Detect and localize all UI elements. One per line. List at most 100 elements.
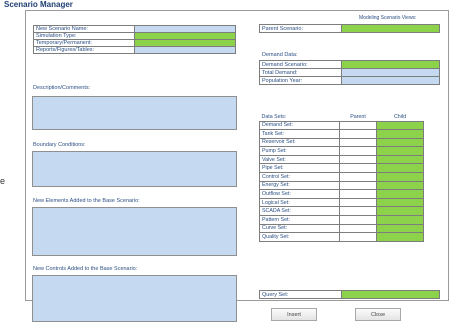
- data-set-row: Reservoir Set:: [259, 137, 424, 148]
- data-set-label: Logical Set:: [259, 197, 340, 208]
- data-set-child-select[interactable]: [376, 146, 424, 156]
- data-set-child-select[interactable]: [376, 206, 424, 217]
- data-set-parent-cell: [339, 215, 377, 225]
- data-set-parent-cell: [339, 172, 377, 182]
- demand-table: Demand Scenario: Total Demand: Population …: [259, 60, 440, 85]
- parent-scenario-row: Parent Scenario:: [259, 24, 440, 33]
- data-set-child-select[interactable]: [376, 223, 424, 234]
- data-set-label: Demand Set:: [259, 120, 340, 131]
- demand-row: Demand Scenario:: [259, 60, 440, 69]
- info-row: Reports/Figures/Tables:: [33, 46, 236, 54]
- data-set-parent-cell: [339, 189, 377, 199]
- data-set-row: Pattern Set:: [259, 215, 424, 225]
- data-set-child-select[interactable]: [376, 120, 424, 131]
- data-set-row: Curve Set:: [259, 223, 424, 234]
- info-row-input[interactable]: [134, 39, 236, 47]
- data-set-row: Tank Set:: [259, 129, 424, 139]
- demand-row: Total Demand:: [259, 68, 440, 77]
- data-set-label: Tank Set:: [259, 129, 340, 139]
- demand-heading: Demand Data:: [262, 52, 298, 58]
- data-sets-table: Data Sets: Parent Child Demand Set: Tank Set…: [259, 113, 424, 242]
- data-set-label: Outflow Set:: [259, 189, 340, 199]
- parent-column-header: Parent: [350, 113, 366, 120]
- data-set-label: Energy Set:: [259, 180, 340, 191]
- data-set-label: Control Set:: [259, 172, 340, 182]
- data-set-parent-cell: [339, 120, 377, 131]
- demand-row-input[interactable]: [341, 68, 440, 77]
- demand-row: Population Year:: [259, 76, 440, 85]
- info-row-label: Reports/Figures/Tables:: [33, 46, 135, 54]
- close-button[interactable]: Close: [355, 308, 401, 321]
- child-column-header: Child: [393, 113, 407, 120]
- query-set-label: Query Set:: [259, 290, 342, 299]
- data-set-parent-cell: [339, 154, 377, 165]
- boundary-input[interactable]: [32, 151, 237, 187]
- data-set-label: Reservoir Set:: [259, 137, 340, 148]
- scenario-info-table: New Scenario Name: Simulation Type: Tempor…: [33, 25, 236, 54]
- parent-scenario-label: Parent Scenario:: [259, 24, 342, 33]
- data-set-child-select[interactable]: [376, 215, 424, 225]
- info-row-input[interactable]: [134, 46, 236, 54]
- data-set-child-select[interactable]: [376, 197, 424, 208]
- data-set-row: Quality Set:: [259, 232, 424, 242]
- data-set-parent-cell: [339, 180, 377, 191]
- data-set-child-select[interactable]: [376, 163, 424, 174]
- data-set-label: Pipe Set:: [259, 163, 340, 174]
- data-set-label: Pattern Set:: [259, 215, 340, 225]
- new-controls-label: New Controls Added to the Base Scenario:: [33, 266, 138, 272]
- data-set-child-select[interactable]: [376, 232, 424, 242]
- info-row: Simulation Type:: [33, 32, 236, 40]
- description-label: Description/Comments:: [33, 85, 91, 91]
- data-set-parent-cell: [339, 163, 377, 174]
- data-set-parent-cell: [339, 197, 377, 208]
- data-set-label: Curve Set:: [259, 223, 340, 234]
- new-elements-input[interactable]: [32, 207, 237, 256]
- data-set-label: Quality Set:: [259, 232, 340, 242]
- data-set-label: Pump Set:: [259, 146, 340, 156]
- data-set-parent-cell: [339, 232, 377, 242]
- data-set-child-select[interactable]: [376, 137, 424, 148]
- data-set-row: Valve Set:: [259, 154, 424, 165]
- data-set-row: Outflow Set:: [259, 189, 424, 199]
- info-row-input[interactable]: [134, 32, 236, 40]
- data-set-parent-cell: [339, 137, 377, 148]
- data-set-label: SCADA Set:: [259, 206, 340, 217]
- new-elements-label: New Elements Added to the Base Scenario:: [33, 198, 140, 204]
- data-set-row: Demand Set:: [259, 120, 424, 131]
- info-row-label: New Scenario Name:: [33, 25, 135, 33]
- info-row-label: Temporary/Permanent:: [33, 39, 135, 47]
- data-set-parent-cell: [339, 206, 377, 217]
- modeling-caption: Modeling Scenario Views:: [359, 15, 417, 21]
- data-set-row: SCADA Set:: [259, 206, 424, 217]
- data-sets-heading: Data Sets:: [261, 113, 287, 120]
- demand-row-input[interactable]: [341, 60, 440, 69]
- data-set-child-select[interactable]: [376, 154, 424, 165]
- data-set-parent-cell: [339, 223, 377, 234]
- demand-row-label: Population Year:: [259, 76, 342, 85]
- data-set-parent-cell: [339, 146, 377, 156]
- data-set-label: Valve Set:: [259, 154, 340, 165]
- info-row-label: Simulation Type:: [33, 32, 135, 40]
- window-title: Scenario Manager: [4, 0, 73, 9]
- data-sets-header: Data Sets: Parent Child: [260, 113, 424, 121]
- data-set-child-select[interactable]: [376, 129, 424, 139]
- description-input[interactable]: [32, 96, 237, 130]
- data-set-row: Energy Set:: [259, 180, 424, 191]
- data-set-child-select[interactable]: [376, 180, 424, 191]
- parent-scenario-select[interactable]: [341, 24, 440, 33]
- boundary-label: Boundary Conditions:: [33, 142, 86, 148]
- new-controls-input[interactable]: [32, 275, 237, 322]
- data-set-parent-cell: [339, 129, 377, 139]
- demand-row-label: Demand Scenario:: [259, 60, 342, 69]
- data-set-row: Control Set:: [259, 172, 424, 182]
- data-set-row: Logical Set:: [259, 197, 424, 208]
- data-set-child-select[interactable]: [376, 189, 424, 199]
- data-set-row: Pump Set:: [259, 146, 424, 156]
- data-set-child-select[interactable]: [376, 172, 424, 182]
- info-row-input[interactable]: [134, 25, 236, 33]
- data-set-row: Pipe Set:: [259, 163, 424, 174]
- query-set-select[interactable]: [341, 290, 440, 299]
- demand-row-label: Total Demand:: [259, 68, 342, 77]
- demand-row-input[interactable]: [341, 76, 440, 85]
- insert-button[interactable]: Insert: [271, 308, 317, 321]
